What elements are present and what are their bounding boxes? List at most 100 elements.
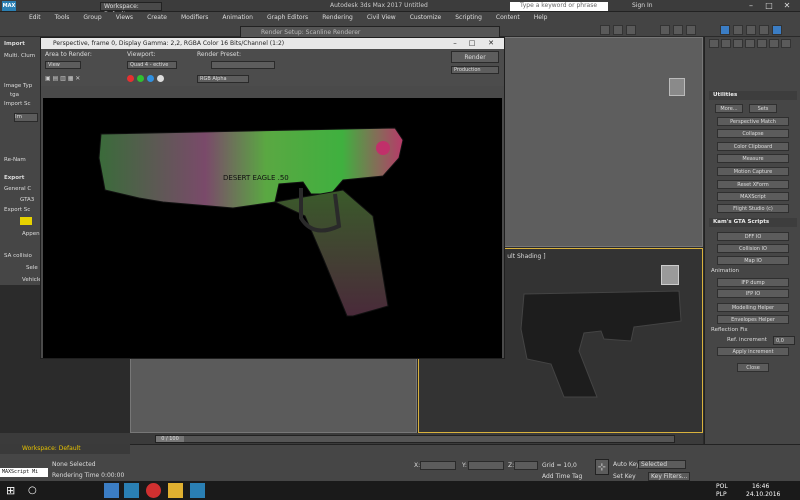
menu-item-graph-editors[interactable]: Graph Editors <box>260 12 315 23</box>
menu-item-customize[interactable]: Customize <box>403 12 449 23</box>
panel-tab-icon[interactable] <box>709 39 719 48</box>
render-window-title[interactable]: Perspective, frame 0, Display Gamma: 2,2… <box>41 38 504 49</box>
file-explorer-icon[interactable] <box>168 483 183 498</box>
color-clipboard-button[interactable]: Color Clipboard <box>717 142 789 151</box>
measure-button[interactable]: Measure <box>717 154 789 163</box>
render-icon[interactable] <box>626 25 636 35</box>
edge-icon[interactable] <box>124 483 139 498</box>
viewcube-icon[interactable] <box>669 78 685 96</box>
schematic-view-icon[interactable] <box>686 25 696 35</box>
panel-tab-icon[interactable] <box>769 39 779 48</box>
vehicle-checkbox[interactable]: Vehicle <box>22 277 42 283</box>
menu-item-edit[interactable]: Edit <box>22 12 48 23</box>
menu-item-create[interactable]: Create <box>140 12 174 23</box>
apply-increment-button[interactable]: Apply increment <box>717 347 789 356</box>
tga-radio[interactable]: tga <box>10 92 19 98</box>
envelopes-helper-button[interactable]: Envelopes Helper <box>717 315 789 324</box>
save-copy-print-icons[interactable]: ▣ ▤ ▥ ▦ ✕ <box>45 75 117 83</box>
render-close-icon[interactable]: ✕ <box>485 38 497 49</box>
menu-item-group[interactable]: Group <box>76 12 108 23</box>
collapse-button[interactable]: Collapse <box>717 129 789 138</box>
key-filters-button[interactable]: Key Filters... <box>648 472 690 481</box>
import-button[interactable]: Im <box>14 113 38 122</box>
motion-capture-button[interactable]: Motion Capture <box>717 167 789 176</box>
minimize-icon[interactable]: – <box>744 1 758 11</box>
perspective-match-button[interactable]: Perspective Match <box>717 117 789 126</box>
ref-increment-input[interactable]: 0,0 <box>773 336 795 345</box>
modify-tab-icon[interactable] <box>733 25 743 35</box>
hierarchy-tab-icon[interactable] <box>746 25 756 35</box>
close-icon[interactable]: ✕ <box>780 1 794 11</box>
panel-tab-icon[interactable] <box>745 39 755 48</box>
utilities-header[interactable]: Utilities <box>709 91 797 100</box>
modelling-helper-button[interactable]: Modelling Helper <box>717 303 789 312</box>
add-time-tag-button[interactable]: Add Time Tag <box>542 473 582 480</box>
channel-dropdown[interactable]: RGB Alpha <box>197 75 249 83</box>
viewport-top-right[interactable] <box>500 37 703 247</box>
viewport-shading-label[interactable]: [ ult Shading ] <box>503 253 546 260</box>
menu-item-tools[interactable]: Tools <box>48 12 77 23</box>
material-editor-icon[interactable] <box>660 25 670 35</box>
language-indicator[interactable]: POL <box>716 483 728 490</box>
menu-item-help[interactable]: Help <box>527 12 555 23</box>
flight-studio-button[interactable]: Flight Studio (c) <box>717 204 789 213</box>
motion-tab-icon[interactable] <box>759 25 769 35</box>
collision-io-button[interactable]: Collision IO <box>717 244 789 253</box>
render-setup-icon[interactable] <box>600 25 610 35</box>
menu-item-content[interactable]: Content <box>489 12 527 23</box>
viewport-front[interactable] <box>130 355 417 433</box>
reset-xform-button[interactable]: Reset XForm <box>717 180 789 189</box>
maxscript-listener-input[interactable]: MAXScript Mi <box>0 468 48 477</box>
render-frame-icon[interactable] <box>613 25 623 35</box>
menu-item-civil-view[interactable]: Civil View <box>360 12 403 23</box>
windows-start-icon[interactable]: ⊞ <box>6 483 21 498</box>
z-coord-input[interactable] <box>514 461 538 470</box>
workspace-status[interactable]: Workspace: Default <box>0 444 130 454</box>
curve-editor-icon[interactable] <box>673 25 683 35</box>
blue-channel-icon[interactable] <box>147 75 154 82</box>
set-key-icon[interactable]: ⊹ <box>595 459 609 475</box>
time-slider-thumb[interactable]: 0 / 100 <box>156 436 184 442</box>
ifp-dump-button[interactable]: IFP dump <box>717 278 789 287</box>
render-preset-dropdown[interactable] <box>211 61 275 69</box>
utilities-tab-icon[interactable] <box>772 25 782 35</box>
x-coord-input[interactable] <box>420 461 456 470</box>
render-minimize-icon[interactable]: – <box>449 38 461 49</box>
clock-date[interactable]: 24.10.2016 <box>746 491 780 498</box>
menu-item-animation[interactable]: Animation <box>215 12 260 23</box>
3dsmax-taskbar-icon[interactable] <box>190 483 205 498</box>
set-key-button[interactable]: Set Key <box>613 473 636 480</box>
app-logo[interactable]: MAX <box>2 1 16 11</box>
menu-item-modifiers[interactable]: Modifiers <box>174 12 215 23</box>
rename-button[interactable]: Re-Nam <box>4 157 26 163</box>
layout-indicator[interactable]: PLP <box>716 491 727 498</box>
workspace-dropdown[interactable]: Workspace: Default <box>100 2 162 18</box>
sets-button[interactable]: Sets <box>749 104 777 113</box>
map-io-button[interactable]: Map IO <box>717 256 789 265</box>
panel-tab-icon[interactable] <box>781 39 791 48</box>
sign-in-link[interactable]: Sign In <box>632 2 653 9</box>
append-checkbox[interactable]: Appen <box>22 231 40 237</box>
task-view-icon[interactable] <box>104 483 119 498</box>
create-tab-icon[interactable] <box>720 25 730 35</box>
time-slider[interactable]: 0 / 100 <box>155 435 675 443</box>
red-channel-icon[interactable] <box>127 75 134 82</box>
maxscript-button[interactable]: MAXScript <box>717 192 789 201</box>
menu-item-views[interactable]: Views <box>109 12 140 23</box>
auto-key-button[interactable]: Auto Key <box>613 461 640 468</box>
menu-item-rendering[interactable]: Rendering <box>315 12 360 23</box>
close-button[interactable]: Close <box>737 363 769 372</box>
production-dropdown[interactable]: Production <box>451 66 499 74</box>
area-to-render-dropdown[interactable]: View <box>45 61 81 69</box>
select-button[interactable]: Sele <box>26 265 38 271</box>
gta3-option[interactable]: GTA3 <box>20 197 34 203</box>
viewport-dropdown[interactable]: Quad 4 - ective <box>127 61 177 69</box>
panel-tab-icon[interactable] <box>721 39 731 48</box>
render-maximize-icon[interactable]: □ <box>466 38 478 49</box>
dff-io-button[interactable]: DFF IO <box>717 232 789 241</box>
render-button[interactable]: Render <box>451 51 499 63</box>
menu-item-scripting[interactable]: Scripting <box>448 12 489 23</box>
ifp-io-button[interactable]: IFP IO <box>717 289 789 298</box>
panel-tab-icon[interactable] <box>733 39 743 48</box>
y-coord-input[interactable] <box>468 461 504 470</box>
